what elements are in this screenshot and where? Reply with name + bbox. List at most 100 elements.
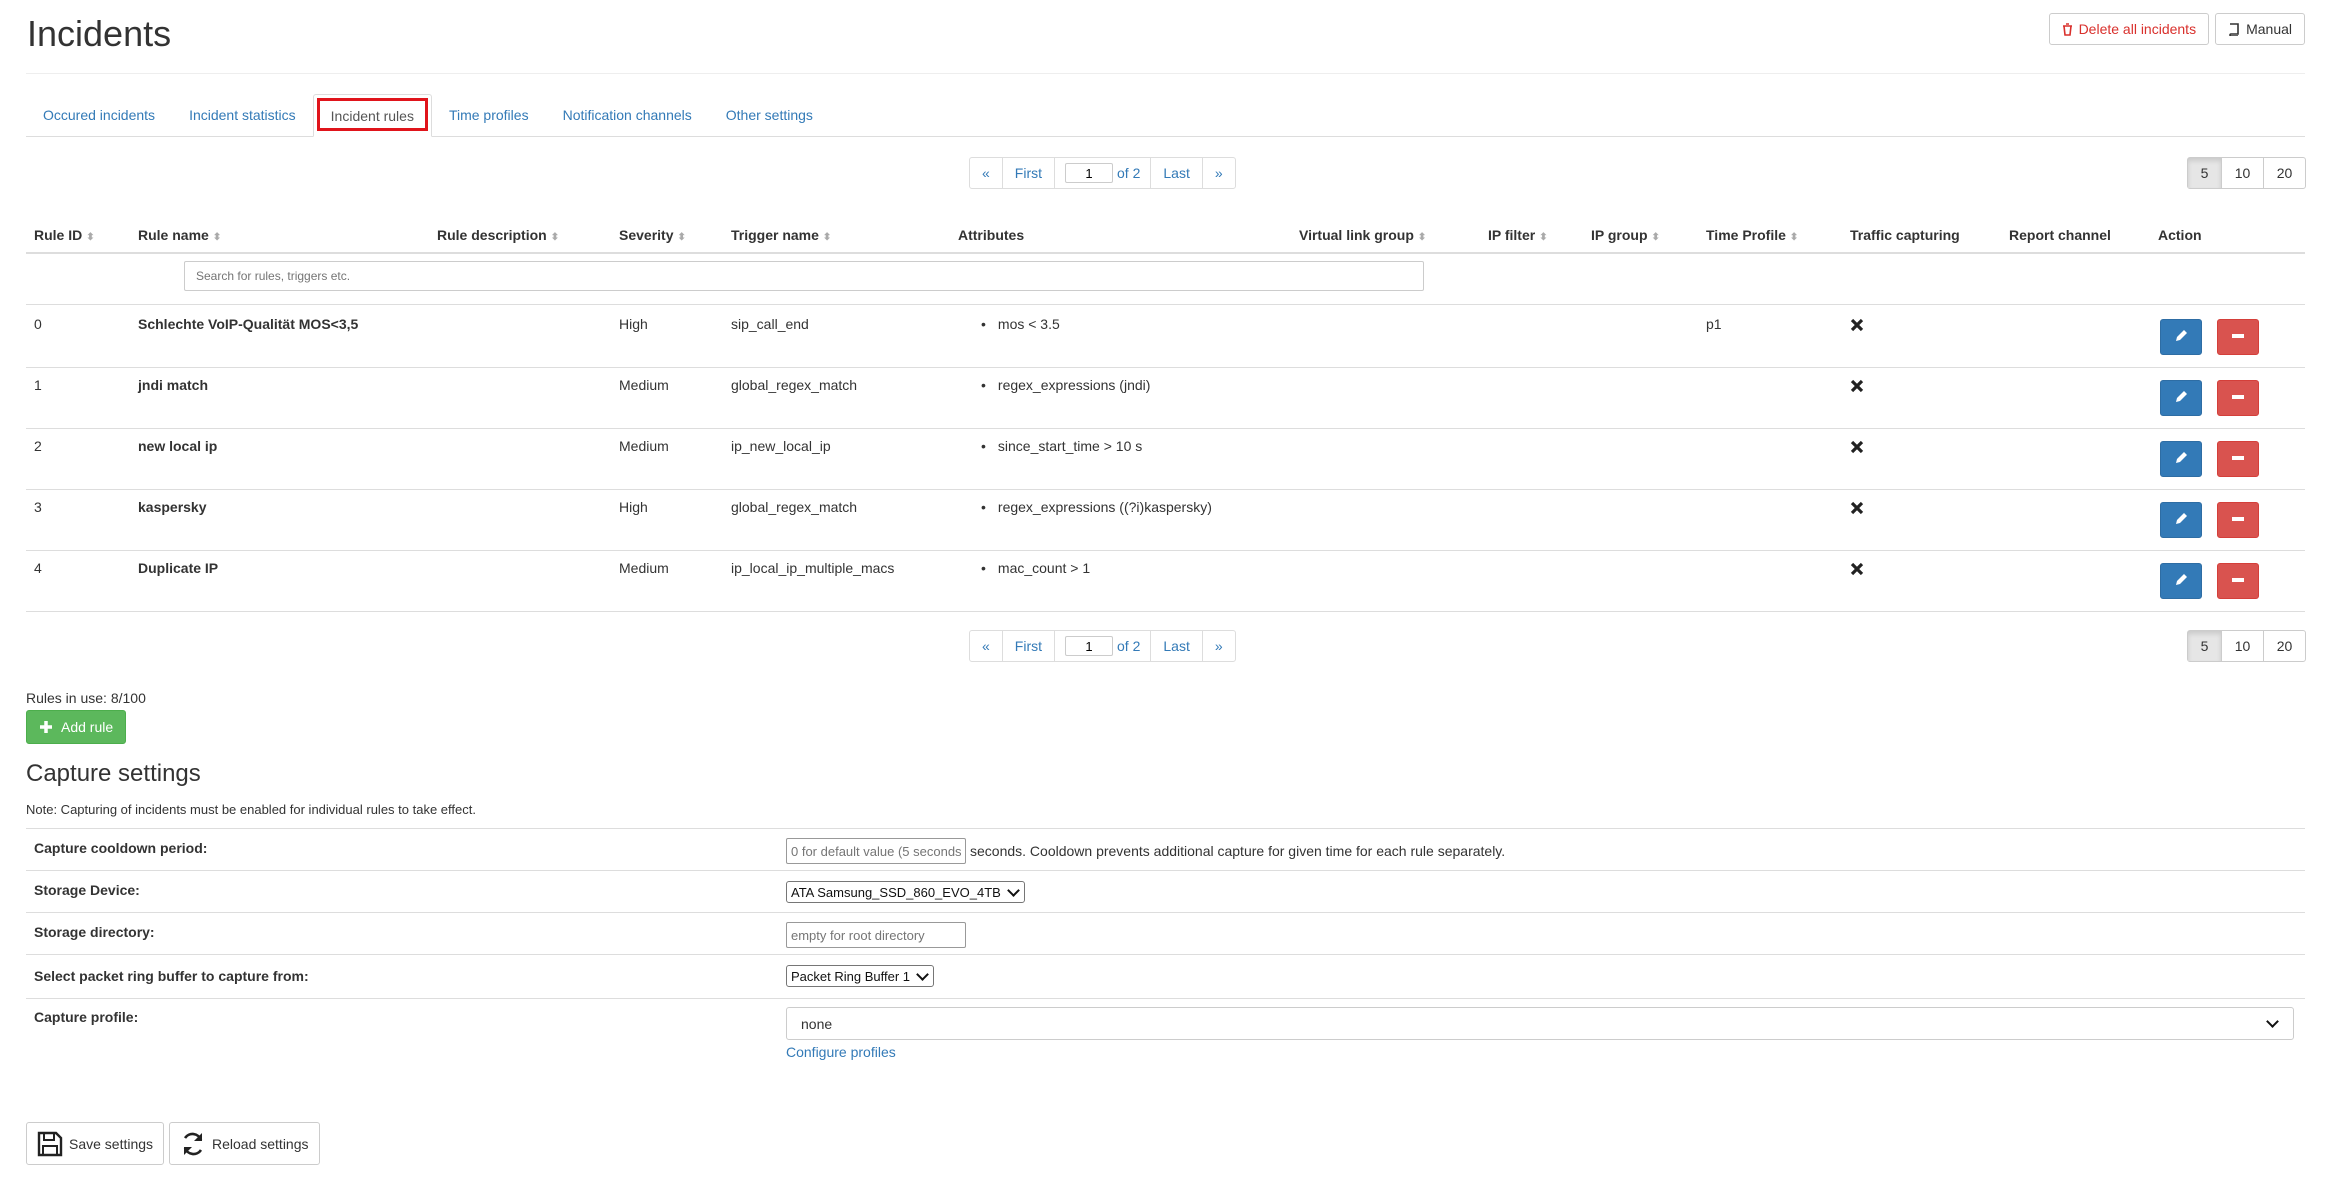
page-size-10[interactable]: 10 — [2221, 158, 2263, 188]
severity-cell: High — [619, 316, 648, 332]
storage-directory-input[interactable] — [786, 922, 966, 948]
ring-buffer-select[interactable]: Packet Ring Buffer 1 — [786, 965, 934, 987]
pencil-icon — [2173, 389, 2189, 408]
header-divider — [26, 73, 2305, 74]
delete-all-incidents-button[interactable]: Delete all incidents — [2048, 13, 2210, 45]
rule-name-cell: kaspersky — [138, 499, 207, 515]
minus-icon — [2230, 572, 2246, 591]
tab-label: Incident rules — [330, 108, 414, 124]
first-page-button[interactable]: First — [1001, 631, 1054, 661]
col-ip-filter[interactable]: IP filter ⬍ — [1488, 227, 1548, 243]
attribute-cell: mac_count > 1 — [981, 560, 1090, 576]
tab-occured-incidents[interactable]: Occured incidents — [26, 94, 172, 136]
cooldown-label: Capture cooldown period: — [34, 840, 208, 856]
add-rule-button[interactable]: Add rule — [26, 710, 127, 744]
col-label: Report channel — [2009, 227, 2111, 243]
page-number-input[interactable] — [1065, 636, 1114, 656]
edit-rule-button[interactable] — [2160, 380, 2202, 416]
page-size-20[interactable]: 20 — [2263, 158, 2305, 188]
tab-other-settings[interactable]: Other settings — [709, 94, 830, 136]
edit-rule-button[interactable] — [2160, 441, 2202, 477]
page-title: Incidents — [27, 13, 172, 54]
rule-name-cell: new local ip — [138, 438, 218, 454]
col-time-profile[interactable]: Time Profile ⬍ — [1706, 227, 1798, 243]
configure-profiles-link[interactable]: Configure profiles — [786, 1044, 896, 1060]
delete-rule-button[interactable] — [2217, 380, 2259, 416]
col-trigger-name[interactable]: Trigger name ⬍ — [731, 227, 831, 243]
sort-icon: ⬍ — [1789, 232, 1799, 243]
storage-directory-control — [786, 922, 966, 948]
storage-device-select[interactable]: ATA Samsung_SSD_860_EVO_4TB — [786, 881, 1025, 903]
delete-rule-button[interactable] — [2217, 319, 2259, 355]
col-rule-id[interactable]: Rule ID ⬍ — [34, 227, 95, 243]
capture-profile-select[interactable]: none — [786, 1007, 2294, 1040]
ring-buffer-value: Packet Ring Buffer 1 — [791, 968, 910, 984]
tab-bar: Occured incidents Incident statistics In… — [26, 94, 2305, 137]
trigger-cell: global_regex_match — [731, 377, 858, 393]
col-report-channel: Report channel — [2009, 227, 2111, 243]
storage-device-value: ATA Samsung_SSD_860_EVO_4TB — [791, 884, 1001, 900]
last-page-button[interactable]: Last — [1150, 158, 1201, 188]
edit-rule-button[interactable] — [2160, 319, 2202, 355]
chevron-down-icon — [1006, 883, 1020, 897]
ring-buffer-row: Select packet ring buffer to capture fro… — [26, 954, 2305, 997]
trigger-cell: sip_call_end — [731, 316, 809, 332]
severity-cell: High — [619, 499, 648, 515]
col-attributes: Attributes — [958, 227, 1024, 243]
table-row: 3 kaspersky High global_regex_match regex_ex… — [26, 489, 2305, 551]
col-severity[interactable]: Severity ⬍ — [619, 227, 686, 243]
attribute-cell: since_start_time > 10 s — [981, 438, 1142, 454]
cooldown-row: Capture cooldown period: seconds. Cooldo… — [26, 828, 2305, 871]
save-settings-label: Save settings — [69, 1135, 154, 1152]
col-label: IP filter — [1488, 227, 1536, 243]
col-rule-description[interactable]: Rule description ⬍ — [437, 227, 559, 243]
page-size-10[interactable]: 10 — [2221, 631, 2263, 661]
add-rule-label: Add rule — [61, 719, 114, 735]
close-icon — [1849, 439, 1865, 455]
manual-button[interactable]: Manual — [2215, 13, 2305, 45]
col-label: Rule description — [437, 227, 547, 243]
cooldown-input[interactable] — [786, 838, 966, 864]
col-label: Trigger name — [731, 227, 819, 243]
tab-time-profiles[interactable]: Time profiles — [432, 94, 546, 136]
save-settings-button[interactable]: Save settings — [26, 1122, 165, 1165]
sort-icon: ⬍ — [677, 232, 686, 243]
capture-note: Note: Capturing of incidents must be ena… — [26, 802, 476, 817]
sort-icon: ⬍ — [550, 232, 560, 243]
tab-incident-rules[interactable]: Incident rules — [312, 94, 432, 137]
close-icon — [1849, 500, 1865, 516]
attribute-cell: mos < 3.5 — [981, 316, 1060, 332]
delete-rule-button[interactable] — [2217, 563, 2259, 599]
col-rule-name[interactable]: Rule name ⬍ — [138, 227, 221, 243]
edit-rule-button[interactable] — [2160, 502, 2202, 538]
close-icon — [1849, 378, 1865, 394]
reload-settings-button[interactable]: Reload settings — [169, 1122, 320, 1165]
col-label: Rule name — [138, 227, 209, 243]
rules-search-input[interactable] — [184, 261, 1424, 291]
tab-notification-channels[interactable]: Notification channels — [546, 94, 709, 136]
delete-rule-button[interactable] — [2217, 502, 2259, 538]
page-size-20[interactable]: 20 — [2263, 631, 2305, 661]
rules-in-use-text: Rules in use: 8/100 — [26, 690, 146, 706]
attribute-cell: regex_expressions ((?i)kaspersky) — [981, 499, 1212, 515]
col-virtual-link-group[interactable]: Virtual link group ⬍ — [1299, 227, 1426, 243]
tab-incident-statistics[interactable]: Incident statistics — [172, 94, 313, 136]
col-ip-group[interactable]: IP group ⬍ — [1591, 227, 1660, 243]
rule-id-cell: 2 — [34, 438, 42, 454]
next-page-button[interactable]: » — [1201, 158, 1235, 188]
page-size-5[interactable]: 5 — [2188, 158, 2221, 188]
next-page-button[interactable]: » — [1201, 631, 1235, 661]
storage-device-control: ATA Samsung_SSD_860_EVO_4TB — [786, 881, 1025, 903]
sort-icon: ⬍ — [1539, 232, 1548, 243]
edit-rule-button[interactable] — [2160, 563, 2202, 599]
trigger-cell: ip_new_local_ip — [731, 438, 831, 454]
prev-page-button[interactable]: « — [970, 158, 1002, 188]
close-icon — [1849, 317, 1865, 333]
rule-name-cell: Duplicate IP — [138, 560, 219, 576]
prev-page-button[interactable]: « — [970, 631, 1002, 661]
last-page-button[interactable]: Last — [1150, 631, 1201, 661]
page-size-5[interactable]: 5 — [2188, 631, 2221, 661]
delete-rule-button[interactable] — [2217, 441, 2259, 477]
page-number-input[interactable] — [1065, 163, 1114, 183]
first-page-button[interactable]: First — [1001, 158, 1054, 188]
